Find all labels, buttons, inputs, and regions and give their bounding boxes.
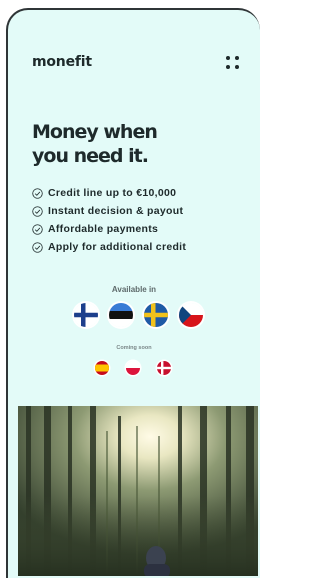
feature-item: Credit line up to €10,000 xyxy=(32,184,186,202)
check-circle-icon xyxy=(32,241,43,253)
available-countries xyxy=(72,302,206,328)
phone-frame: monefit Money when you need it. Credit l… xyxy=(6,8,260,578)
finland-flag-icon xyxy=(74,303,98,327)
header: monefit xyxy=(32,54,240,74)
check-circle-icon xyxy=(32,187,43,199)
feature-label: Instant decision & payout xyxy=(48,205,184,217)
feature-label: Apply for additional credit xyxy=(48,241,187,253)
forest-photo-image xyxy=(18,406,258,576)
feature-list: Credit line up to €10,000 Instant decisi… xyxy=(32,184,186,256)
menu-icon[interactable] xyxy=(226,56,240,70)
hero-line-2: you need it. xyxy=(32,145,149,167)
forest-photo xyxy=(18,406,258,576)
feature-item: Affordable payments xyxy=(32,220,186,238)
czech-republic-flag-icon xyxy=(179,303,203,327)
poland-flag-icon xyxy=(126,361,140,375)
logo[interactable]: monefit xyxy=(32,54,92,70)
feature-label: Affordable payments xyxy=(48,223,159,235)
check-circle-icon xyxy=(32,205,43,217)
coming-soon-label: Coming soon xyxy=(116,345,152,351)
feature-label: Credit line up to €10,000 xyxy=(48,187,177,199)
coming-soon-countries xyxy=(92,360,182,376)
denmark-flag-icon xyxy=(157,361,171,375)
feature-item: Apply for additional credit xyxy=(32,238,186,256)
available-in-label: Available in xyxy=(111,285,157,294)
check-circle-icon xyxy=(32,223,43,235)
estonia-flag-icon xyxy=(109,303,133,327)
feature-item: Instant decision & payout xyxy=(32,202,186,220)
hero-line-1: Money when xyxy=(32,121,158,143)
spain-flag-icon xyxy=(95,361,109,375)
sweden-flag-icon xyxy=(144,303,168,327)
hero-heading: Money when you need it. xyxy=(32,120,232,168)
